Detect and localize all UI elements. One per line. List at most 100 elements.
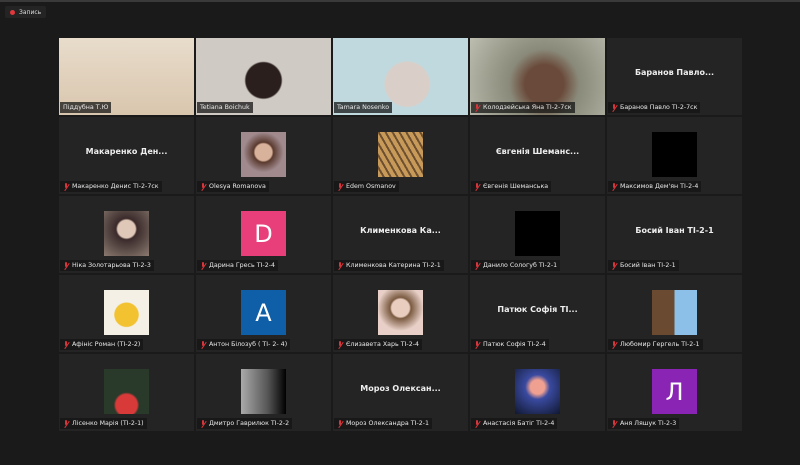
- participant-name-label: Данило Сологуб ТІ-2-1: [471, 260, 561, 271]
- mic-muted-icon: [200, 261, 206, 270]
- recording-indicator[interactable]: Запись: [5, 6, 47, 18]
- participant-tile[interactable]: Патюк Софія ТІ... Патюк Софія ТІ-2-4: [470, 275, 605, 352]
- participant-name-label: Антон Білозуб ( ТІ- 2- 4): [197, 339, 291, 350]
- participant-tile[interactable]: Л Аня Ляшук ТІ-2-3: [607, 354, 742, 431]
- recording-dot-icon: [10, 9, 15, 15]
- participant-name-label: Баранов Павло ТІ-2-7ск: [608, 102, 701, 113]
- participant-avatar: [241, 369, 286, 414]
- participant-avatar: [652, 132, 697, 177]
- participant-tile[interactable]: Edem Osmanov: [333, 117, 468, 194]
- participant-name: Дмитро Гаврилюк ТІ-2-2: [209, 420, 290, 427]
- participant-name: Edem Osmanov: [346, 183, 396, 190]
- participant-name-label: Edem Osmanov: [334, 181, 399, 192]
- mic-muted-icon: [63, 261, 69, 270]
- mic-muted-icon: [611, 103, 617, 112]
- participant-name: Olesya Romanova: [209, 183, 266, 190]
- participant-name: Афініс Роман (ТІ-2-2): [72, 341, 141, 348]
- participant-display-name: Баранов Павло...: [634, 68, 715, 77]
- participant-display-name: Євгенія Шеманс...: [495, 147, 580, 156]
- participant-tile[interactable]: Клименкова Ка... Клименкова Катерина ТІ-2…: [333, 196, 468, 273]
- participant-tile[interactable]: Макаренко Ден... Макаренко Денис ТІ-2-7ск: [59, 117, 194, 194]
- participant-name: Ніка Золотарьова ТІ-2-3: [72, 262, 151, 269]
- participant-name: Мороз Олександра ТІ-2-1: [346, 420, 430, 427]
- participant-tile[interactable]: Любомир Гергель ТІ-2-1: [607, 275, 742, 352]
- participant-name: Tetiana Boichuk: [200, 104, 250, 111]
- mic-muted-icon: [474, 261, 480, 270]
- participant-name: Дарина Гресь ТІ-2-4: [209, 262, 275, 269]
- participant-avatar: [378, 290, 423, 335]
- participant-name-label: Клименкова Катерина ТІ-2-1: [334, 260, 444, 271]
- participant-name: Лісенко Марія (ТІ-2-1): [72, 420, 144, 427]
- participant-name: Данило Сологуб ТІ-2-1: [483, 262, 558, 269]
- mic-muted-icon: [474, 419, 480, 428]
- participant-name: Патюк Софія ТІ-2-4: [483, 341, 546, 348]
- participant-tile[interactable]: Колодзейська Яна ТІ-2-7ск: [470, 38, 605, 115]
- participant-name: Єлизавета Харь ТІ-2-4: [346, 341, 419, 348]
- participant-tile[interactable]: Лісенко Марія (ТІ-2-1): [59, 354, 194, 431]
- participant-letter-avatar: D: [241, 211, 286, 256]
- mic-muted-icon: [63, 182, 69, 191]
- participant-name-label: Анастасія Батіг ТІ-2-4: [471, 418, 558, 429]
- participant-name: Tamara Nosenko: [337, 104, 390, 111]
- participant-name-label: Макаренко Денис ТІ-2-7ск: [60, 181, 162, 192]
- participant-tile[interactable]: Анастасія Батіг ТІ-2-4: [470, 354, 605, 431]
- participant-avatar: [241, 132, 286, 177]
- participant-tile[interactable]: Піддубна Т.Ю: [59, 38, 194, 115]
- participant-name-label: Любомир Гергель ТІ-2-1: [608, 339, 703, 350]
- participant-name-label: Лісенко Марія (ТІ-2-1): [60, 418, 147, 429]
- participant-display-name: Макаренко Ден...: [85, 147, 168, 156]
- participant-tile[interactable]: Дмитро Гаврилюк ТІ-2-2: [196, 354, 331, 431]
- mic-muted-icon: [63, 419, 69, 428]
- participant-name-label: Євгенія Шеманська: [471, 181, 552, 192]
- participant-display-name: Мороз Олексан...: [360, 384, 441, 393]
- participant-tile[interactable]: Мороз Олексан... Мороз Олександра ТІ-2-1: [333, 354, 468, 431]
- participant-name-label: Патюк Софія ТІ-2-4: [471, 339, 549, 350]
- gallery-grid: Піддубна Т.Ю Tetiana Boichuk Tamara Nosenk…: [59, 38, 742, 431]
- participant-name-label: Максимов Дем'ян ТІ-2-4: [608, 181, 702, 192]
- participant-name-label: Дмитро Гаврилюк ТІ-2-2: [197, 418, 293, 429]
- participant-name-label: Босий Іван ТІ-2-1: [608, 260, 679, 271]
- participant-display-name: Босий Іван ТІ-2-1: [635, 226, 714, 235]
- window-top-border: [0, 0, 800, 2]
- participant-display-name: Патюк Софія ТІ...: [497, 305, 578, 314]
- participant-name: Баранов Павло ТІ-2-7ск: [620, 104, 698, 111]
- participant-name: Анастасія Батіг ТІ-2-4: [483, 420, 555, 427]
- participant-name-label: Tamara Nosenko: [334, 102, 393, 113]
- mic-muted-icon: [611, 419, 617, 428]
- participant-tile[interactable]: Баранов Павло... Баранов Павло ТІ-2-7ск: [607, 38, 742, 115]
- participant-tile[interactable]: Tamara Nosenko: [333, 38, 468, 115]
- participant-display-name: Клименкова Ка...: [360, 226, 441, 235]
- participant-avatar: [652, 290, 697, 335]
- participant-name-label: Афініс Роман (ТІ-2-2): [60, 339, 144, 350]
- participant-name: Максимов Дем'ян ТІ-2-4: [620, 183, 699, 190]
- participant-avatar: [515, 369, 560, 414]
- mic-muted-icon: [337, 261, 343, 270]
- mic-muted-icon: [200, 182, 206, 191]
- participant-tile[interactable]: A Антон Білозуб ( ТІ- 2- 4): [196, 275, 331, 352]
- participant-tile[interactable]: Єлизавета Харь ТІ-2-4: [333, 275, 468, 352]
- participant-name: Макаренко Денис ТІ-2-7ск: [72, 183, 159, 190]
- participant-name: Євгенія Шеманська: [483, 183, 549, 190]
- mic-muted-icon: [474, 103, 480, 112]
- participant-letter-avatar: Л: [652, 369, 697, 414]
- participant-tile[interactable]: Босий Іван ТІ-2-1 Босий Іван ТІ-2-1: [607, 196, 742, 273]
- participant-tile[interactable]: Афініс Роман (ТІ-2-2): [59, 275, 194, 352]
- participant-tile[interactable]: Данило Сологуб ТІ-2-1: [470, 196, 605, 273]
- participant-tile[interactable]: Євгенія Шеманс... Євгенія Шеманська: [470, 117, 605, 194]
- participant-tile[interactable]: Максимов Дем'ян ТІ-2-4: [607, 117, 742, 194]
- participant-name-label: Tetiana Boichuk: [197, 102, 253, 113]
- participant-avatar: [104, 290, 149, 335]
- participant-avatar: [378, 132, 423, 177]
- participant-name: Любомир Гергель ТІ-2-1: [620, 341, 700, 348]
- participant-name: Аня Ляшук ТІ-2-3: [620, 420, 677, 427]
- participant-name-label: Olesya Romanova: [197, 181, 269, 192]
- mic-muted-icon: [611, 182, 617, 191]
- participant-tile[interactable]: Tetiana Boichuk: [196, 38, 331, 115]
- mic-muted-icon: [474, 340, 480, 349]
- participant-name: Антон Білозуб ( ТІ- 2- 4): [209, 341, 288, 348]
- participant-tile[interactable]: D Дарина Гресь ТІ-2-4: [196, 196, 331, 273]
- participant-avatar: [104, 369, 149, 414]
- participant-tile[interactable]: Olesya Romanova: [196, 117, 331, 194]
- participant-tile[interactable]: Ніка Золотарьова ТІ-2-3: [59, 196, 194, 273]
- participant-avatar: [104, 211, 149, 256]
